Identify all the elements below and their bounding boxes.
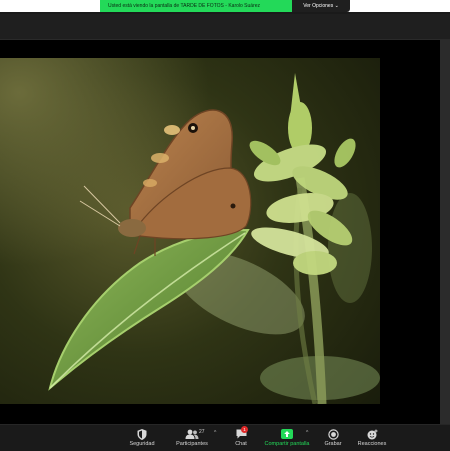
view-options-label: Ver Opciones: [303, 3, 334, 9]
shared-screen-right-edge: [440, 40, 450, 424]
view-options-button[interactable]: Ver Opciones ⌄: [292, 0, 350, 12]
record-icon: [326, 428, 340, 440]
participants-caret-icon[interactable]: ^: [214, 430, 216, 436]
record-label: Grabar: [324, 441, 342, 447]
screen-share-banner: Usted está viendo la pantalla de TARDE D…: [100, 0, 350, 12]
reactions-button[interactable]: Reacciones: [354, 425, 390, 451]
share-banner-message: Usted está viendo la pantalla de TARDE D…: [100, 0, 292, 12]
reactions-label: Reacciones: [357, 441, 387, 447]
chat-label: Chat: [235, 441, 247, 447]
meeting-header-strip: [0, 14, 450, 40]
people-icon: [185, 428, 199, 440]
smiley-icon: [365, 428, 379, 440]
butterfly-photo: [0, 58, 380, 404]
share-screen-label: Compartir pantalla: [264, 441, 310, 447]
participants-label: Participantes: [176, 441, 208, 447]
chat-unread-badge: 1: [241, 426, 248, 433]
participants-count: 27: [199, 429, 205, 435]
share-screen-icon: [280, 428, 294, 440]
chat-button[interactable]: 1 Chat: [228, 425, 254, 451]
share-screen-button[interactable]: Compartir pantalla: [262, 425, 312, 451]
participants-button[interactable]: Participantes: [170, 425, 214, 451]
shared-photo: [0, 58, 380, 404]
security-button[interactable]: Seguridad: [124, 425, 160, 451]
shield-icon: [135, 428, 149, 440]
security-label: Seguridad: [129, 441, 155, 447]
chat-icon: 1: [234, 426, 248, 440]
record-button[interactable]: Grabar: [320, 425, 346, 451]
meeting-toolbar: Seguridad Participantes 27 ^ 1 Chat Comp…: [0, 424, 450, 450]
share-caret-icon[interactable]: ^: [306, 430, 308, 436]
chevron-down-icon: ⌄: [334, 3, 339, 9]
